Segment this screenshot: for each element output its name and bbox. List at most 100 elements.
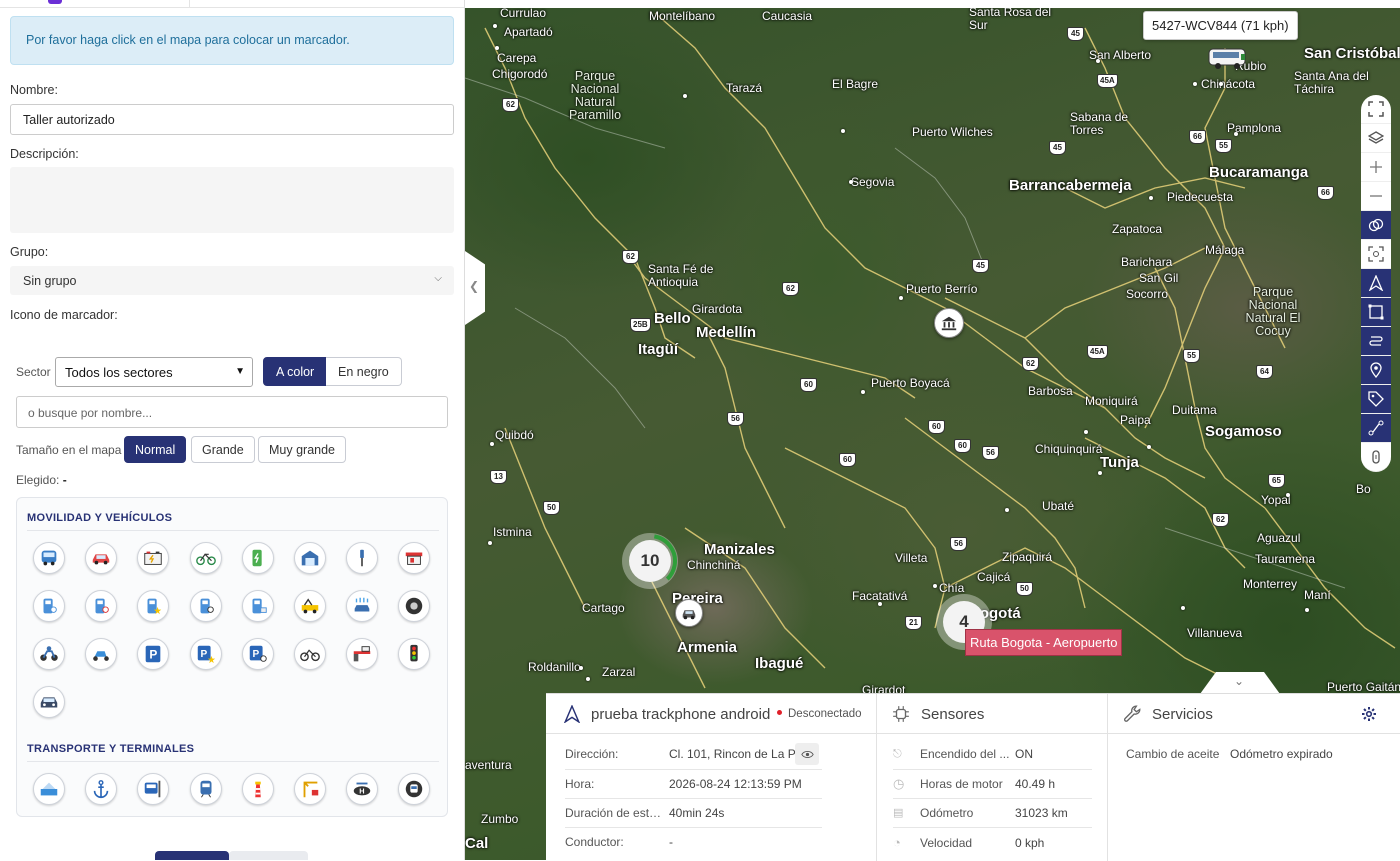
save-button[interactable] [155, 851, 229, 860]
train-icon[interactable] [189, 773, 222, 805]
row-value: 31023 km [1015, 806, 1068, 820]
parking-star-icon[interactable]: P [189, 638, 222, 670]
size-normal-button[interactable]: Normal [124, 436, 187, 463]
top-tab[interactable] [0, 0, 190, 8]
museum-marker-icon[interactable] [934, 308, 964, 338]
markers-button[interactable] [1361, 356, 1391, 385]
car-front-icon[interactable] [33, 686, 65, 718]
place-label: Santa Fé de Antioquia [648, 262, 714, 289]
ev-charger-icon[interactable] [241, 542, 274, 574]
routes-button[interactable] [1361, 327, 1391, 356]
eye-icon [800, 750, 814, 758]
bus-stop-icon[interactable] [137, 773, 170, 805]
category-title: MOVILIDAD Y VEHÍCULOS [27, 512, 173, 524]
anchor-icon[interactable] [85, 773, 118, 805]
tow-truck-icon[interactable] [294, 590, 326, 622]
scooter-icon[interactable] [85, 638, 118, 670]
battery-icon[interactable] [137, 542, 170, 574]
row-key: Cambio de aceite [1126, 747, 1220, 761]
car-wash-icon[interactable] [346, 590, 379, 622]
fuel-pump-3-icon[interactable] [189, 590, 222, 622]
sector-label: Sector [16, 365, 51, 379]
place-label: Puerto Gaitán [1327, 680, 1400, 694]
layers-button[interactable] [1361, 124, 1391, 153]
toll-barrier-icon[interactable] [346, 638, 379, 670]
city-dot [488, 541, 492, 545]
chevron-left-icon: ❮ [469, 279, 480, 293]
route-shield: 45A [1087, 345, 1108, 359]
fuel-pump-2-icon[interactable] [85, 590, 118, 622]
gear-icon[interactable] [1361, 706, 1377, 722]
services-column: Servicios Cambio de aceite Odómetro expir… [1108, 694, 1400, 861]
description-textarea[interactable] [10, 167, 454, 233]
bicycle-2-icon[interactable] [294, 638, 326, 670]
city-dot [683, 94, 687, 98]
icon-search-input[interactable]: o busque por nombre... [16, 396, 448, 428]
place-label: Bello [654, 310, 691, 327]
show-address-button[interactable] [795, 743, 819, 765]
route-shield: 45A [1097, 74, 1118, 88]
row-value: 40.49 h [1015, 777, 1056, 791]
geofence-button[interactable] [1361, 211, 1391, 240]
cancel-button[interactable] [229, 851, 308, 860]
chosen-label: Elegido: [16, 473, 60, 487]
place-label: Montelíbano [649, 9, 716, 23]
black-mode-button[interactable]: En negro [326, 357, 402, 386]
place-label: Tauramena [1255, 552, 1316, 566]
place-label: Zipaquirá [1002, 550, 1053, 564]
place-label: Ubaté [1042, 499, 1075, 513]
group-select[interactable]: Sin grupo ⌵ [10, 266, 454, 295]
vehicle-cluster-marker[interactable]: 10 [622, 533, 678, 589]
tags-button[interactable] [1361, 385, 1391, 414]
motorcycle-icon[interactable] [33, 638, 65, 670]
parking-icon[interactable]: P [137, 638, 170, 670]
fuel-pump-4-icon[interactable] [241, 590, 274, 622]
park-label: Parque Nacional Natural El Cocuy [1245, 285, 1301, 338]
vehicle-tooltip: 5427-WCV844 (71 kph) [1143, 11, 1298, 40]
airport-icon[interactable] [33, 773, 65, 805]
place-label: Puerto Berrío [906, 282, 978, 296]
zoom-out-button[interactable] [1361, 182, 1391, 211]
chosen-row: Elegido: - [16, 473, 67, 487]
fuel-pump-icon[interactable] [33, 590, 65, 622]
row-value: Odómetro expirado [1230, 747, 1333, 761]
name-input[interactable]: Taller autorizado [10, 104, 454, 135]
screwdriver-icon[interactable] [346, 542, 379, 574]
fullscreen-button[interactable] [1361, 95, 1391, 124]
sector-select[interactable]: Todos los sectores ▼ [55, 357, 253, 387]
car-icon[interactable] [85, 542, 118, 574]
fuel-pump-star-icon[interactable] [137, 590, 170, 622]
city-dot [899, 296, 903, 300]
zoom-in-button[interactable] [1361, 153, 1391, 182]
place-label: San Gil [1139, 271, 1179, 285]
route-label[interactable]: Ruta Bogota - Aeropuerto [965, 629, 1123, 656]
area-select-button[interactable] [1361, 298, 1391, 327]
bus-vehicle-icon[interactable] [1207, 46, 1249, 70]
info-button[interactable] [1361, 443, 1391, 472]
tire-icon[interactable] [398, 590, 431, 622]
color-mode-button[interactable]: A color [263, 357, 328, 386]
gas-station-icon[interactable] [398, 542, 431, 574]
port-crane-icon[interactable] [294, 773, 326, 805]
garage-icon[interactable] [294, 542, 326, 574]
city-dot [933, 584, 937, 588]
lighthouse-icon[interactable] [241, 773, 274, 805]
navigation-button[interactable] [1361, 269, 1391, 298]
parking-search-icon[interactable]: P [241, 638, 274, 670]
path-button[interactable] [1361, 414, 1391, 443]
traffic-light-icon[interactable] [398, 638, 431, 670]
place-label: Monterrey [1243, 577, 1298, 591]
size-xlarge-button[interactable]: Muy grande [258, 436, 347, 463]
helipad-icon[interactable]: H [346, 773, 379, 805]
city-dot [1096, 59, 1100, 63]
fit-bounds-button[interactable] [1361, 240, 1391, 269]
route-shield: 25B [630, 318, 651, 332]
row-key: Encendido del ... [920, 747, 1010, 761]
size-large-button[interactable]: Grande [191, 436, 255, 463]
bicycle-icon[interactable] [189, 542, 222, 574]
bus-icon[interactable] [33, 542, 65, 574]
place-label: Medellín [696, 324, 757, 341]
route-shield: 60 [839, 453, 856, 467]
metro-icon[interactable] [398, 773, 431, 805]
car-marker-icon[interactable] [675, 599, 703, 627]
